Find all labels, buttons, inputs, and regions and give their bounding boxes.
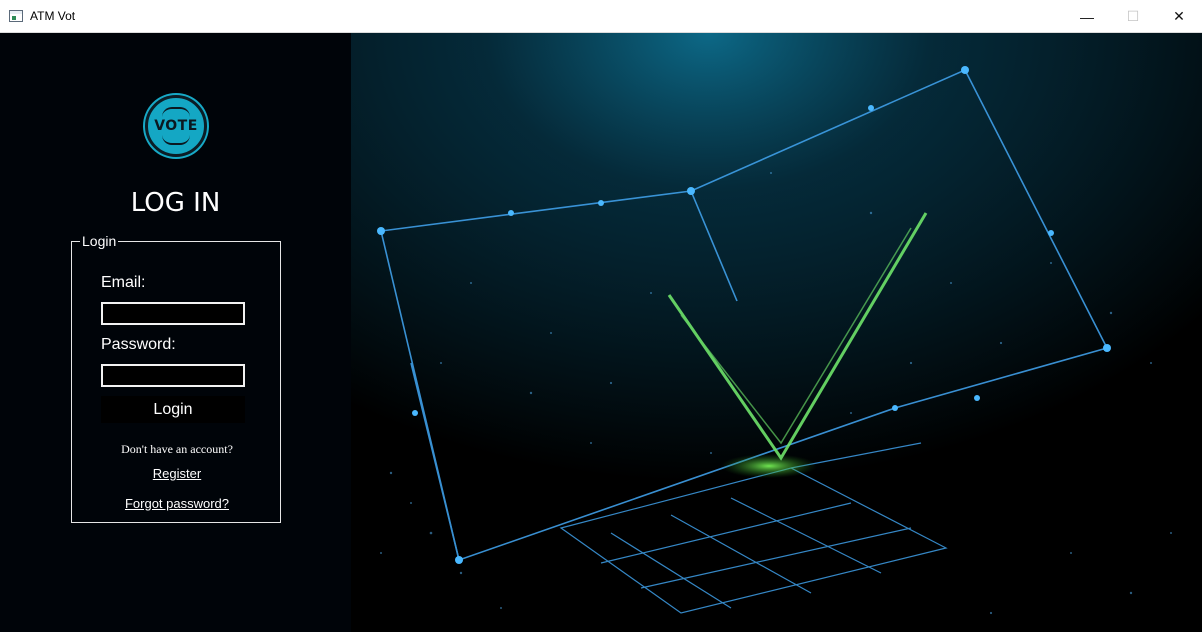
client-area: VOTE LOG IN Login Email: Password: Login… <box>0 33 1202 632</box>
logo-text: VOTE <box>154 118 198 134</box>
no-account-text: Don't have an account? <box>121 442 233 456</box>
login-panel: VOTE LOG IN Login Email: Password: Login… <box>0 33 351 632</box>
password-label: Password: <box>101 336 176 353</box>
page-title: LOG IN <box>130 188 221 218</box>
close-button[interactable]: ✕ <box>1156 0 1202 33</box>
register-link[interactable]: Register <box>72 466 282 481</box>
voting-illustration <box>351 33 1202 632</box>
login-groupbox: Login Email: Password: Login Don't have … <box>71 233 282 523</box>
window-title: ATM Vot <box>30 9 76 23</box>
email-field[interactable] <box>101 302 245 325</box>
minimize-button[interactable]: — <box>1064 0 1110 33</box>
password-field[interactable] <box>101 364 245 387</box>
vote-logo-icon: VOTE <box>145 95 207 157</box>
login-button[interactable]: Login <box>101 396 245 423</box>
email-label: Email: <box>101 274 146 291</box>
logo-upper-arc <box>162 107 190 117</box>
app-window-icon <box>9 10 23 22</box>
title-bar: ATM Vot — ☐ ✕ <box>0 0 1202 33</box>
background-glow <box>351 33 1202 632</box>
forgot-password-link[interactable]: Forgot password? <box>72 496 282 511</box>
maximize-button[interactable]: ☐ <box>1110 0 1156 33</box>
groupbox-title: Login <box>80 233 119 249</box>
logo-lower-arc <box>162 135 190 145</box>
window-controls: — ☐ ✕ <box>1064 0 1202 33</box>
check-base-glow <box>721 454 817 478</box>
